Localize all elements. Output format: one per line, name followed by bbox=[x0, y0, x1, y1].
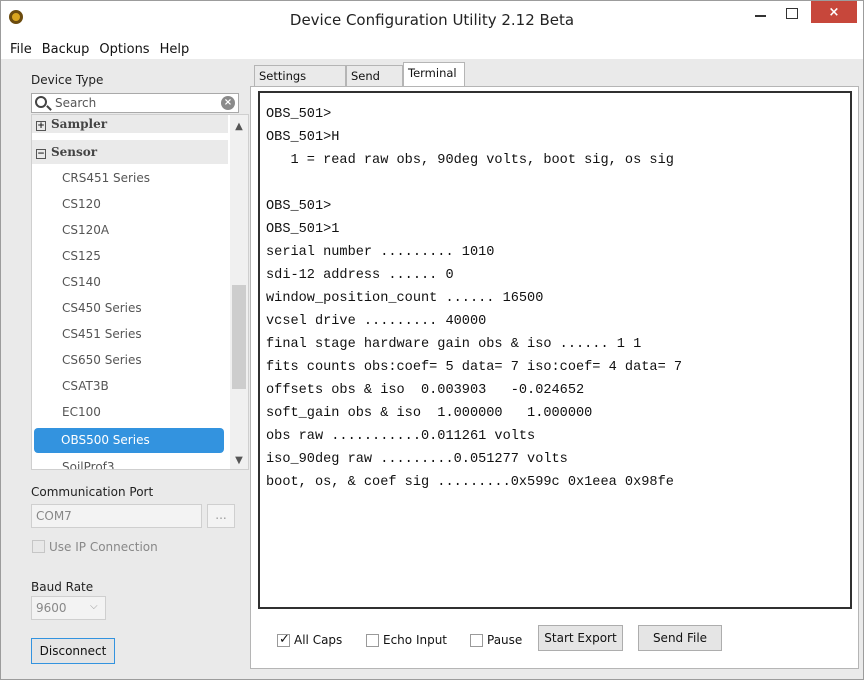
pause-label: Pause bbox=[487, 633, 523, 647]
terminal-line: sdi-12 address ...... 0 bbox=[266, 268, 454, 283]
expand-icon[interactable]: + bbox=[36, 121, 46, 131]
all-caps-checkbox[interactable]: ✓ bbox=[277, 632, 290, 647]
menu-help[interactable]: Help bbox=[155, 42, 195, 57]
device-item-cs451-series[interactable]: CS451 Series bbox=[32, 321, 228, 347]
device-item-soilprof3[interactable]: SoilProf3 bbox=[32, 454, 228, 469]
tree-group-label: Sensor bbox=[51, 145, 98, 159]
terminal-line: OBS_501> bbox=[266, 107, 332, 122]
tree-group-sensor[interactable]: − Sensor bbox=[32, 140, 228, 164]
maximize-icon bbox=[786, 7, 798, 19]
search-icon bbox=[35, 96, 47, 108]
tree-group-sampler[interactable]: + Sampler bbox=[32, 115, 228, 133]
terminal-line: 1 = read raw obs, 90deg volts, boot sig,… bbox=[266, 153, 674, 168]
collapse-icon[interactable]: − bbox=[36, 149, 46, 159]
tab-send-os[interactable]: Send OS bbox=[346, 65, 403, 103]
device-tree-scrollbar[interactable]: ▲ ▼ bbox=[230, 115, 248, 469]
terminal-line: iso_90deg raw .........0.051277 volts bbox=[266, 452, 568, 467]
terminal-line: vcsel drive ......... 40000 bbox=[266, 314, 487, 329]
terminal-line: OBS_501> bbox=[266, 199, 332, 214]
start-export-button[interactable]: Start Export bbox=[538, 625, 623, 651]
device-tree[interactable]: + Sampler − Sensor CRS451 Series CS120 CS1… bbox=[31, 114, 249, 470]
communication-port-field[interactable]: COM7 bbox=[31, 504, 202, 528]
tab-terminal[interactable]: Terminal bbox=[403, 62, 465, 87]
checkmark-icon: ✓ bbox=[279, 632, 290, 647]
baud-rate-label: Baud Rate bbox=[31, 580, 94, 594]
menu-bar: File Backup Options Help bbox=[1, 39, 863, 59]
terminal-output[interactable]: OBS_501> OBS_501>H 1 = read raw obs, 90d… bbox=[258, 91, 852, 609]
terminal-panel: OBS_501> OBS_501>H 1 = read raw obs, 90d… bbox=[250, 86, 859, 669]
title-bar: Device Configuration Utility 2.12 Beta × bbox=[1, 1, 863, 39]
terminal-line: serial number ......... 1010 bbox=[266, 245, 495, 260]
device-search-input[interactable]: Search × bbox=[31, 93, 239, 113]
terminal-line: fits counts obs:coef= 5 data= 7 iso:coef… bbox=[266, 360, 683, 375]
terminal-line: obs raw ...........0.011261 volts bbox=[266, 429, 536, 444]
tab-settings-editor[interactable]: Settings Editor bbox=[254, 65, 346, 103]
device-item-cs120[interactable]: CS120 bbox=[32, 191, 228, 217]
scroll-up-icon[interactable]: ▲ bbox=[230, 119, 248, 135]
pause-checkbox[interactable] bbox=[470, 634, 483, 647]
app-window: Device Configuration Utility 2.12 Beta ×… bbox=[0, 0, 864, 680]
tree-group-label: Sampler bbox=[51, 117, 108, 131]
maximize-button[interactable] bbox=[778, 1, 806, 25]
device-item-cs140[interactable]: CS140 bbox=[32, 269, 228, 295]
chevron-down-icon[interactable]: ⌵ bbox=[90, 601, 98, 612]
terminal-line: boot, os, & coef sig .........0x599c 0x1… bbox=[266, 475, 674, 490]
device-item-cs650-series[interactable]: CS650 Series bbox=[32, 347, 228, 373]
menu-options[interactable]: Options bbox=[94, 42, 154, 57]
menu-file[interactable]: File bbox=[5, 42, 37, 57]
use-ip-connection-checkbox[interactable] bbox=[32, 540, 45, 553]
echo-input-checkbox[interactable] bbox=[366, 634, 379, 647]
terminal-controls: ✓ All Caps Echo Input Pause Start Export… bbox=[251, 613, 858, 668]
scroll-down-icon[interactable]: ▼ bbox=[230, 453, 248, 469]
device-item-crs451-series[interactable]: CRS451 Series bbox=[32, 165, 228, 191]
device-type-label: Device Type bbox=[31, 73, 104, 87]
device-item-csat3b[interactable]: CSAT3B bbox=[32, 373, 228, 399]
scroll-thumb[interactable] bbox=[232, 285, 246, 389]
device-item-cs120a[interactable]: CS120A bbox=[32, 217, 228, 243]
device-item-cs125[interactable]: CS125 bbox=[32, 243, 228, 269]
all-caps-label: All Caps bbox=[294, 633, 343, 647]
send-file-button[interactable]: Send File bbox=[638, 625, 722, 651]
device-item-ec100[interactable]: EC100 bbox=[32, 399, 228, 425]
terminal-line: final stage hardware gain obs & iso ....… bbox=[266, 337, 642, 352]
minimize-icon bbox=[754, 15, 766, 17]
terminal-line: OBS_501>H bbox=[266, 130, 340, 145]
search-placeholder: Search bbox=[55, 96, 97, 110]
device-item-obs500-series[interactable]: OBS500 Series bbox=[34, 428, 224, 453]
terminal-line: soft_gain obs & iso 1.000000 1.000000 bbox=[266, 406, 593, 421]
disconnect-button[interactable]: Disconnect bbox=[31, 638, 115, 664]
close-icon: × bbox=[828, 4, 840, 20]
terminal-line: window_position_count ...... 16500 bbox=[266, 291, 544, 306]
echo-input-label: Echo Input bbox=[383, 633, 448, 647]
close-button[interactable]: × bbox=[811, 1, 857, 23]
communication-port-label: Communication Port bbox=[31, 485, 154, 499]
menu-backup[interactable]: Backup bbox=[37, 42, 95, 57]
terminal-line: offsets obs & iso 0.003903 -0.024652 bbox=[266, 383, 585, 398]
window-title: Device Configuration Utility 2.12 Beta bbox=[289, 11, 575, 29]
use-ip-connection-label: Use IP Connection bbox=[49, 540, 158, 554]
device-item-cs450-series[interactable]: CS450 Series bbox=[32, 295, 228, 321]
minimize-button[interactable] bbox=[746, 1, 774, 25]
terminal-line: OBS_501>1 bbox=[266, 222, 340, 237]
clear-search-icon[interactable]: × bbox=[221, 96, 235, 110]
browse-port-button[interactable]: ... bbox=[207, 504, 235, 528]
